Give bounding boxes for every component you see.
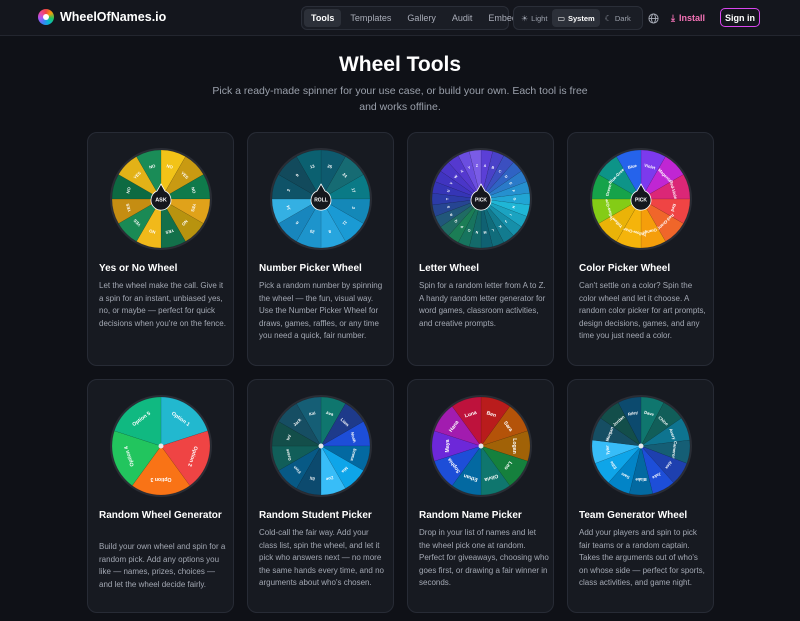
- wheel-graphic: AvaLiamNoahEmmaMiaZoeEliFinnGraceIvyJack…: [270, 395, 372, 497]
- tool-card-color-picker[interactable]: Violet Magenta Red-Violet Red Red-Orange Oran…: [567, 132, 714, 366]
- theme-system-label: System: [568, 13, 595, 23]
- card-description: Spin for a random letter from A to Z. A …: [419, 281, 546, 328]
- monitor-icon: ▭: [557, 13, 565, 23]
- wheel-graphic: VioletMagentaRed-VioletRedRed-OrangeOran…: [590, 148, 692, 250]
- card-description: Let the wheel make the call. Give it a s…: [99, 281, 226, 328]
- card-description: Cold-call the fair way. Add your class l…: [259, 528, 384, 587]
- wheel-slice-label: Logan: [511, 438, 517, 454]
- card-description: Pick a random number by spinning the whe…: [259, 281, 383, 340]
- moon-icon: ☾: [604, 13, 612, 23]
- nav-tab-templates[interactable]: Templates: [343, 9, 398, 27]
- theme-dark-button[interactable]: ☾ Dark: [600, 9, 636, 27]
- language-button[interactable]: [646, 11, 660, 25]
- card-description: Drop in your list of names and let the w…: [419, 528, 549, 587]
- install-button[interactable]: ⤓ Install: [671, 10, 705, 26]
- wheel-graphic: Option 1Option 2Option 3Option 4Option 5: [110, 395, 212, 497]
- nav-tab-gallery[interactable]: Gallery: [400, 9, 443, 27]
- wheel-hub-label: PICK: [475, 197, 487, 203]
- wheel-hub-label: ASK: [155, 197, 167, 203]
- card-title: Yes or No Wheel: [99, 263, 178, 274]
- sun-icon: ☀: [521, 13, 529, 23]
- tool-card-letter-wheel[interactable]: A B C D E F G H I J K L M N O P Q R S T U V W X Y Z PICK Letter Wh…: [407, 132, 554, 366]
- tool-card-yes-no[interactable]: NO YES NO YES NO YES NO YES YES NO YES NO ASK Yes or…: [87, 132, 234, 366]
- nav-tab-audit[interactable]: Audit: [445, 9, 480, 27]
- nav-tab-tools[interactable]: Tools: [304, 9, 342, 27]
- top-navigation-bar: WheelOfNames.io Tools Templates Gallery …: [0, 0, 800, 36]
- wheel-center-dot: [638, 443, 644, 449]
- theme-switcher: ☀ Light ▭ System ☾ Dark: [513, 6, 643, 30]
- wheel-hub-label: ROLL: [314, 197, 328, 203]
- card-title: Number Picker Wheel: [259, 263, 362, 274]
- card-title: Color Picker Wheel: [579, 263, 671, 274]
- theme-dark-label: Dark: [614, 13, 631, 23]
- theme-light-label: Light: [531, 13, 548, 23]
- wheel-graphic: 2524173118206142913ROLL: [270, 148, 372, 250]
- wheel-hub-label: PICK: [635, 197, 647, 203]
- card-description: Add your players and spin to pick fair t…: [579, 528, 705, 587]
- team-wheel-preview: Dave Chloe Avery Cameron Alex Jake Blake Sam Ell…: [589, 394, 693, 498]
- card-title: Random Name Picker: [419, 510, 522, 521]
- yes-no-wheel-preview: NO YES NO YES NO YES NO YES YES NO YES NO ASK: [109, 147, 213, 251]
- wheel-logo-icon: [38, 9, 54, 25]
- wheel-slice-label: Maya: [445, 439, 451, 452]
- wheel-center-dot: [158, 443, 164, 449]
- theme-system-button[interactable]: ▭ System: [552, 9, 600, 27]
- card-title: Random Wheel Generator: [99, 510, 222, 521]
- random-wheel-preview: Option 1 Option 2 Option 3 Option 4 Option 5: [109, 394, 213, 498]
- card-title: Letter Wheel: [419, 263, 480, 274]
- theme-light-button[interactable]: ☀ Light: [516, 9, 552, 27]
- wheel-slice-label: M: [483, 230, 486, 234]
- tool-card-number-picker[interactable]: 25 24 17 3 11 8 20 6 14 2 9 13 ROLL Number Picker Wh…: [247, 132, 394, 366]
- card-title: Random Student Picker: [259, 510, 372, 521]
- brand-name: WheelOfNames.io: [60, 10, 167, 24]
- wheel-slice-label: G: [512, 198, 516, 201]
- download-icon: ⤓: [671, 12, 675, 23]
- brand-home-link[interactable]: WheelOfNames.io: [38, 9, 166, 25]
- tool-card-name-picker[interactable]: Ben Sara Logan Leo Olivia Ethan Sophia Maya Hana…: [407, 379, 554, 613]
- sign-in-button[interactable]: Sign in: [720, 8, 760, 27]
- name-wheel-preview: Ben Sara Logan Leo Olivia Ethan Sophia Maya Hana…: [429, 394, 533, 498]
- wheel-center-dot: [478, 443, 484, 449]
- card-description: Can't settle on a color? Spin the color …: [579, 281, 706, 340]
- wheel-slice-label: Option 3: [150, 476, 171, 482]
- wheel-graphic: NOYESNOYESNOYESNOYESYESNOYESNOASK: [110, 148, 212, 250]
- tool-card-random-generator[interactable]: Option 1 Option 2 Option 3 Option 4 Option 5…: [87, 379, 234, 613]
- page-subtitle: Pick a ready-made spinner for your use c…: [212, 85, 588, 113]
- page-title: Wheel Tools: [338, 53, 462, 76]
- globe-icon: [647, 12, 659, 24]
- card-description: Build your own wheel and spin for a rand…: [99, 542, 226, 589]
- main-nav-tabs: Tools Templates Gallery Audit Embed: [301, 6, 517, 30]
- tool-card-student-picker[interactable]: Ava Liam Noah Emma Mia Zoe Eli Finn Grace Ivy Jack…: [247, 379, 394, 613]
- color-wheel-preview: Violet Magenta Red-Violet Red Red-Orange Oran…: [589, 147, 693, 251]
- card-title: Team Generator Wheel: [579, 510, 688, 521]
- student-wheel-preview: Ava Liam Noah Emma Mia Zoe Eli Finn Grace Ivy Jack…: [269, 394, 373, 498]
- wheel-center-dot: [318, 443, 324, 449]
- wheel-graphic: BenSaraLoganLeoOliviaEthanSophiaMayaHana…: [430, 395, 532, 497]
- install-label: Install: [678, 13, 705, 23]
- wheel-graphic: DaveChloeAveryCameronAlexJakeBlakeSamEll…: [590, 395, 692, 497]
- letter-wheel-preview: A B C D E F G H I J K L M N O P Q R S T U V W X Y Z PICK: [429, 147, 533, 251]
- tool-card-team-generator[interactable]: Dave Chloe Avery Cameron Alex Jake Blake Sam Ell…: [567, 379, 714, 613]
- wheel-slice-label: Blake: [635, 477, 647, 482]
- number-wheel-preview: 25 24 17 3 11 8 20 6 14 2 9 13 ROLL: [269, 147, 373, 251]
- wheel-graphic: A BCDEFGHIJKLMNOPQRSTUVWXY ZPICK: [430, 148, 532, 250]
